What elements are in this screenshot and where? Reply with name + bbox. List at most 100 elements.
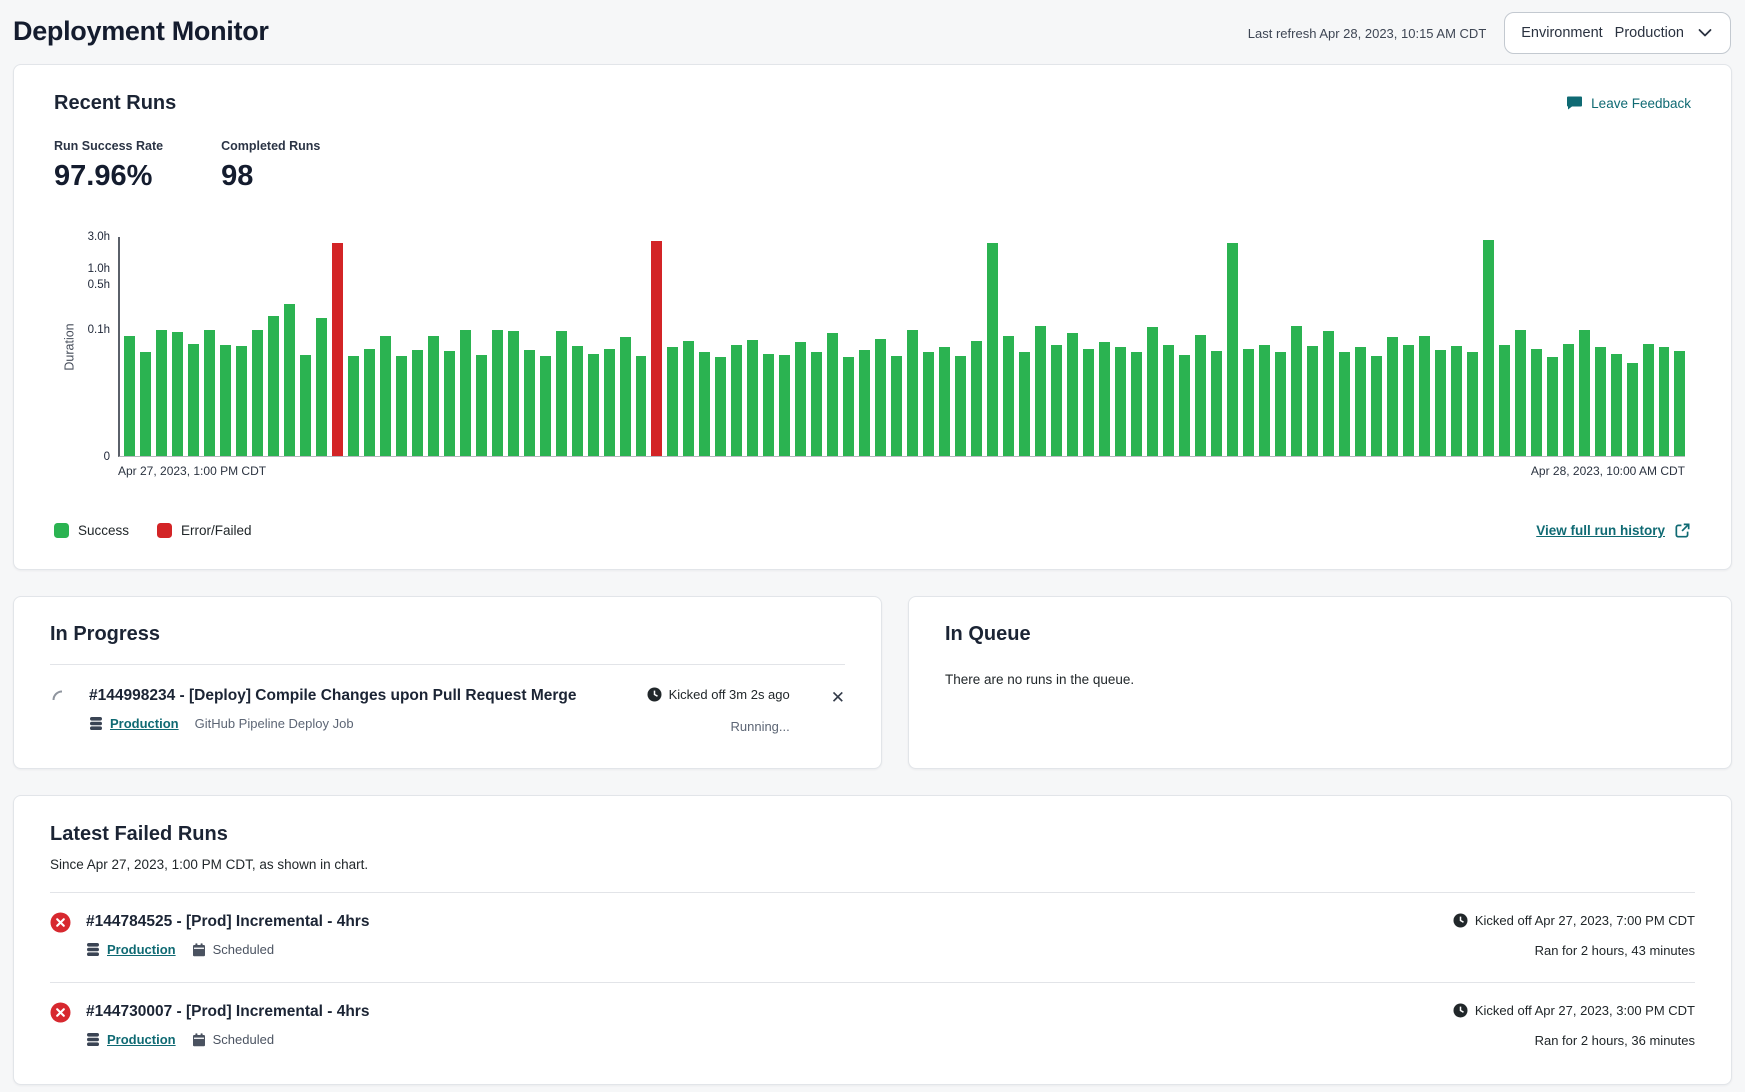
chart-bar-success[interactable] (859, 350, 870, 456)
chart-bar-success[interactable] (1323, 331, 1334, 456)
chart-bar-success[interactable] (827, 333, 838, 456)
chart-bar-success[interactable] (1131, 352, 1142, 456)
chart-bar-success[interactable] (1307, 346, 1318, 456)
chart-bar-success[interactable] (955, 356, 966, 456)
chart-bar-success[interactable] (140, 352, 151, 456)
chart-bar-success[interactable] (667, 347, 678, 456)
chart-bar-success[interactable] (396, 356, 407, 456)
chart-bar-success[interactable] (220, 345, 231, 456)
chart-bar-success[interactable] (971, 341, 982, 456)
chart-bar-success[interactable] (364, 349, 375, 456)
chart-bar-success[interactable] (412, 350, 423, 456)
chart-bar-success[interactable] (1435, 350, 1446, 456)
chart-bar-success[interactable] (1259, 345, 1270, 456)
chart-bar-success[interactable] (1595, 347, 1606, 456)
chart-bar-success[interactable] (1243, 349, 1254, 456)
chart-bar-success[interactable] (572, 346, 583, 456)
chart-bar-success[interactable] (1467, 352, 1478, 456)
chart-bar-success[interactable] (1275, 352, 1286, 456)
chart-bar-success[interactable] (1003, 336, 1014, 456)
chart-bar-success[interactable] (939, 347, 950, 456)
chart-bar-success[interactable] (620, 337, 631, 456)
chart-bar-success[interactable] (1163, 345, 1174, 456)
chart-bar-success[interactable] (1179, 355, 1190, 456)
chart-bar-success[interactable] (460, 330, 471, 456)
chart-bar-failed[interactable] (651, 241, 662, 456)
chart-bar-success[interactable] (1579, 330, 1590, 456)
chart-bar-success[interactable] (1355, 347, 1366, 456)
chart-bar-success[interactable] (779, 355, 790, 456)
chart-bar-success[interactable] (1211, 351, 1222, 456)
chart-bar-success[interactable] (1483, 240, 1494, 456)
chart-bar-success[interactable] (1547, 357, 1558, 456)
chart-bar-success[interactable] (795, 342, 806, 456)
chart-bar-success[interactable] (348, 356, 359, 456)
chart-bar-success[interactable] (540, 356, 551, 456)
chart-bar-success[interactable] (1451, 346, 1462, 456)
chart-bar-success[interactable] (715, 357, 726, 456)
chart-bar-success[interactable] (444, 351, 455, 456)
chart-bar-success[interactable] (508, 331, 519, 456)
chart-bar-success[interactable] (987, 243, 998, 456)
chart-bar-success[interactable] (1531, 349, 1542, 456)
chart-bar-success[interactable] (891, 356, 902, 456)
chart-bar-success[interactable] (428, 336, 439, 456)
environment-dropdown[interactable]: Environment Production (1504, 12, 1731, 54)
chart-bar-success[interactable] (1339, 352, 1350, 456)
chart-bar-success[interactable] (1195, 335, 1206, 456)
chart-bar-success[interactable] (476, 355, 487, 456)
chart-bar-success[interactable] (1674, 351, 1685, 456)
chart-bar-success[interactable] (1099, 342, 1110, 456)
view-full-run-history-link[interactable]: View full run history (1536, 522, 1691, 539)
chart-bar-success[interactable] (1083, 349, 1094, 456)
chart-bar-success[interactable] (188, 344, 199, 456)
environment-link[interactable]: Production (110, 716, 179, 731)
chart-bar-success[interactable] (1371, 356, 1382, 456)
environment-link[interactable]: Production (107, 1032, 176, 1047)
chart-bar-success[interactable] (1403, 345, 1414, 456)
chart-bar-success[interactable] (524, 350, 535, 456)
chart-bar-success[interactable] (1227, 243, 1238, 456)
close-icon[interactable]: ✕ (831, 687, 845, 706)
chart-bar-success[interactable] (731, 345, 742, 456)
chart-bar-success[interactable] (492, 330, 503, 456)
chart-bar-success[interactable] (1035, 326, 1046, 456)
chart-bar-success[interactable] (875, 339, 886, 457)
chart-bar-success[interactable] (588, 354, 599, 456)
chart-bar-success[interactable] (907, 330, 918, 456)
chart-bar-success[interactable] (124, 336, 135, 456)
chart-bar-success[interactable] (268, 316, 279, 456)
chart-bar-success[interactable] (1611, 354, 1622, 456)
chart-bar-success[interactable] (204, 330, 215, 456)
chart-bar-success[interactable] (604, 349, 615, 456)
chart-bar-success[interactable] (236, 346, 247, 456)
chart-bar-success[interactable] (1387, 337, 1398, 456)
chart-bar-success[interactable] (156, 330, 167, 456)
chart-bar-success[interactable] (1643, 344, 1654, 456)
chart-bar-success[interactable] (172, 332, 183, 456)
chart-bar-success[interactable] (1291, 326, 1302, 456)
leave-feedback-link[interactable]: Leave Feedback (1566, 95, 1691, 112)
chart-bar-success[interactable] (763, 354, 774, 456)
environment-link[interactable]: Production (107, 942, 176, 957)
chart-bar-success[interactable] (300, 355, 311, 456)
chart-bar-success[interactable] (1147, 327, 1158, 456)
chart-bar-success[interactable] (699, 352, 710, 456)
chart-bar-success[interactable] (683, 341, 694, 456)
chart-bar-success[interactable] (1019, 352, 1030, 456)
chart-bar-success[interactable] (1419, 336, 1430, 456)
chart-bar-success[interactable] (1627, 363, 1638, 457)
chart-bar-success[interactable] (636, 356, 647, 456)
chart-bar-success[interactable] (843, 357, 854, 456)
chart-bar-success[interactable] (1067, 333, 1078, 456)
chart-bar-success[interactable] (811, 352, 822, 456)
chart-bar-success[interactable] (1515, 330, 1526, 456)
chart-bar-success[interactable] (1659, 347, 1670, 456)
chart-bar-success[interactable] (923, 352, 934, 456)
chart-bar-success[interactable] (1499, 345, 1510, 456)
chart-bar-success[interactable] (747, 340, 758, 456)
chart-bar-success[interactable] (380, 336, 391, 456)
chart-bar-failed[interactable] (332, 243, 343, 456)
chart-bar-success[interactable] (1563, 344, 1574, 456)
chart-bar-success[interactable] (556, 331, 567, 456)
